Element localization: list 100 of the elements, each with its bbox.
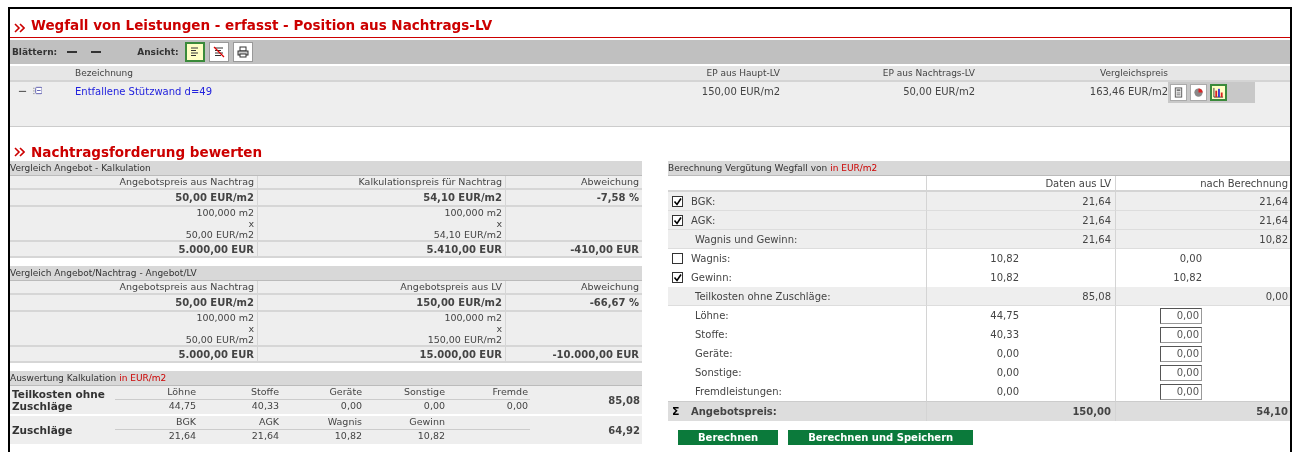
table-cell: 85,08 [1082,290,1111,302]
table-cell: 150,00 EUR/m2 [427,334,502,345]
column-header: Angebotspreis aus LV [258,281,506,295]
column-header: nach Berechnung [1200,177,1288,189]
pie-chart-icon [1193,87,1204,98]
action-button[interactable]: Berechnen und Speichern [788,430,974,445]
table-cell: 10,82 [1173,272,1202,283]
table-cell-text: 0,00 [422,400,446,413]
table-cell: 100,000 m2 [196,207,254,218]
checkbox[interactable] [672,253,683,264]
checkbox[interactable] [672,195,683,207]
column-header: Abweichung [506,281,642,295]
table-cell: x [248,323,254,334]
column-header: Geräte [281,386,364,400]
table-cell-text: 0,00 [505,400,529,413]
row-label: Geräte: [695,348,733,359]
column-header: Kalkulationspreis für Nachtrag [258,176,506,190]
table-cell: 5.410,00 EUR [258,242,506,258]
row-label: Teilkosten ohne Zuschläge: [695,290,831,302]
sigma-symbol: Σ [671,405,681,418]
no-list-view-button[interactable] [208,42,229,62]
row-label: Löhne: [695,310,729,321]
table-cell-text: 21,64 [250,430,280,443]
row-label: BGK: [691,195,716,207]
table-cell-text: 10,82 [416,430,446,443]
dash-icon [67,48,78,56]
table-cell-text: 10,82 [333,430,363,443]
table-cell: 54,10 EUR/m2 [433,229,502,240]
tree-node-icon [33,86,42,95]
number-field[interactable]: 0,00 [1160,345,1202,362]
number-field[interactable]: 0,00 [1160,364,1202,381]
number-field[interactable]: 0,00 [1160,383,1202,400]
table-cell: 5.000,00 EUR [10,242,258,258]
table-cell: 50,00 EUR/m2 [10,295,258,312]
table-cell: 0,00 [996,367,1019,378]
table-cell: -7,58 % [506,190,642,207]
table-cell: 21,64 [1259,214,1288,226]
table-cell-text: 64,92 [607,423,641,438]
table-cell-text: 163,46 EUR/m2 [1088,86,1168,97]
column-header: EP aus Haupt-LV [705,68,780,78]
checkbox[interactable] [672,214,683,226]
row-label: Wagnis und Gewinn: [695,233,798,245]
list-view-button[interactable] [184,42,205,62]
table-cell: 50,00 EUR/m2 [185,229,254,240]
unit-label: in EUR/m2 [119,373,167,383]
column-header: Abweichung [506,176,642,190]
column-header: Gewinn [364,416,447,430]
unit-label: in EUR/m2 [830,163,878,173]
position-link[interactable]: Entfallene Stützwand d=49 [75,86,212,97]
number-field[interactable]: 0,00 [1160,326,1202,343]
table-cell: 10,82 [1259,233,1288,245]
column-header: Fremde [447,386,530,400]
row-label: Sonstige: [695,367,742,378]
table-cell: 10,82 [990,272,1019,283]
table-title: Vergleich Angebot/Nachtrag - Angebot/LV [10,268,197,278]
action-button[interactable]: Berechnen [678,430,779,445]
table-cell: 21,64 [1082,195,1111,207]
table-cell-text: 50,00 EUR/m2 [902,86,975,97]
table-cell: 21,64 [1082,214,1111,226]
print-button[interactable] [232,42,253,62]
table-cell: 44,75 [990,310,1019,321]
checkbox[interactable] [672,272,683,283]
dash-icon [91,48,102,56]
row-label: AGK: [691,214,716,226]
table-cell: 150,00 [1072,406,1111,417]
table-cell: 40,33 [990,329,1019,340]
table-cell: -410,00 EUR [506,242,642,258]
row-label: Stoffe: [695,329,728,340]
table-cell: 0,00 [996,348,1019,359]
table-cell: 150,00 EUR/m2 [258,295,506,312]
table-cell: x [248,218,254,229]
table-cell: 21,64 [1259,195,1288,207]
table-cell: 100,000 m2 [196,312,254,323]
table-cell: 54,10 [1256,406,1288,417]
table-cell: 0,00 [1265,290,1288,302]
table-title: Auswertung Kalkulation [10,373,117,383]
table-title: Berechnung Vergütung Wegfall von [668,163,828,173]
table-cell: 5.000,00 EUR [10,347,258,363]
column-header: Stoffe [198,386,281,400]
column-header: EP aus Nachtrags-LV [881,68,975,78]
row-label: Angebotspreis: [691,406,777,417]
chevron-icon [14,147,25,157]
table-cell: 100,000 m2 [444,207,502,218]
calculator-button[interactable] [1170,84,1187,101]
list-view-icon [188,46,201,58]
row-label: Gewinn: [691,272,732,283]
view-label: Ansicht: [137,47,179,57]
print-icon [236,46,249,58]
column-header: BGK [115,416,198,430]
row-label: Wagnis: [691,253,731,264]
number-field[interactable]: 0,00 [1160,307,1202,324]
pie-chart-button[interactable] [1190,84,1207,101]
table-cell: -10.000,00 EUR [506,347,642,363]
page-title: Wegfall von Leistungen - erfasst - Position aus Nachtrags-LV [31,17,493,33]
table-cell: 50,00 EUR/m2 [185,334,254,345]
row-label: Teilkosten ohne Zuschläge [11,387,106,414]
column-header: Bezeichnung [75,68,134,78]
bar-chart-button[interactable] [1210,84,1227,101]
table-cell: 100,000 m2 [444,312,502,323]
table-cell: x [496,323,502,334]
